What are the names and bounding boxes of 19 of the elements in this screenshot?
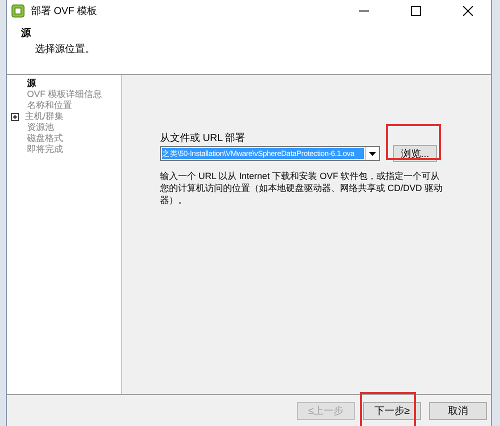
step-item[interactable]: 即将完成 bbox=[9, 144, 63, 155]
expand-icon[interactable] bbox=[11, 112, 19, 120]
window-title: 部署 OVF 模板 bbox=[31, 4, 98, 18]
step-item[interactable]: 资源池 bbox=[9, 122, 54, 133]
step-item[interactable]: OVF 模板详细信息 bbox=[9, 89, 102, 100]
wizard-button[interactable]: 取消 bbox=[429, 402, 487, 420]
step-item[interactable]: 源 bbox=[9, 78, 36, 89]
step-item[interactable]: 主机/群集 bbox=[19, 111, 64, 122]
close-icon[interactable] bbox=[463, 6, 473, 16]
source-hint: 输入一个 URL 以从 Internet 下载和安装 OVF 软件包，或指定一个可从您的计算机访问的位置（如本地硬盘驱动器、网络共享或 CD/DVD 驱动器）。 bbox=[160, 170, 444, 206]
app-icon bbox=[11, 4, 25, 18]
header-title: 源 bbox=[21, 26, 32, 40]
header-subtitle: 选择源位置。 bbox=[34, 42, 96, 56]
wizard-button[interactable]: 下一步≥ bbox=[363, 402, 421, 420]
dropdown-arrow-icon bbox=[369, 152, 376, 156]
source-label: 从文件或 URL 部署 bbox=[160, 132, 246, 145]
step-item[interactable]: 名称和位置 bbox=[9, 100, 72, 111]
maximize-icon[interactable] bbox=[411, 6, 421, 16]
step-item[interactable]: 磁盘格式 bbox=[9, 133, 63, 144]
